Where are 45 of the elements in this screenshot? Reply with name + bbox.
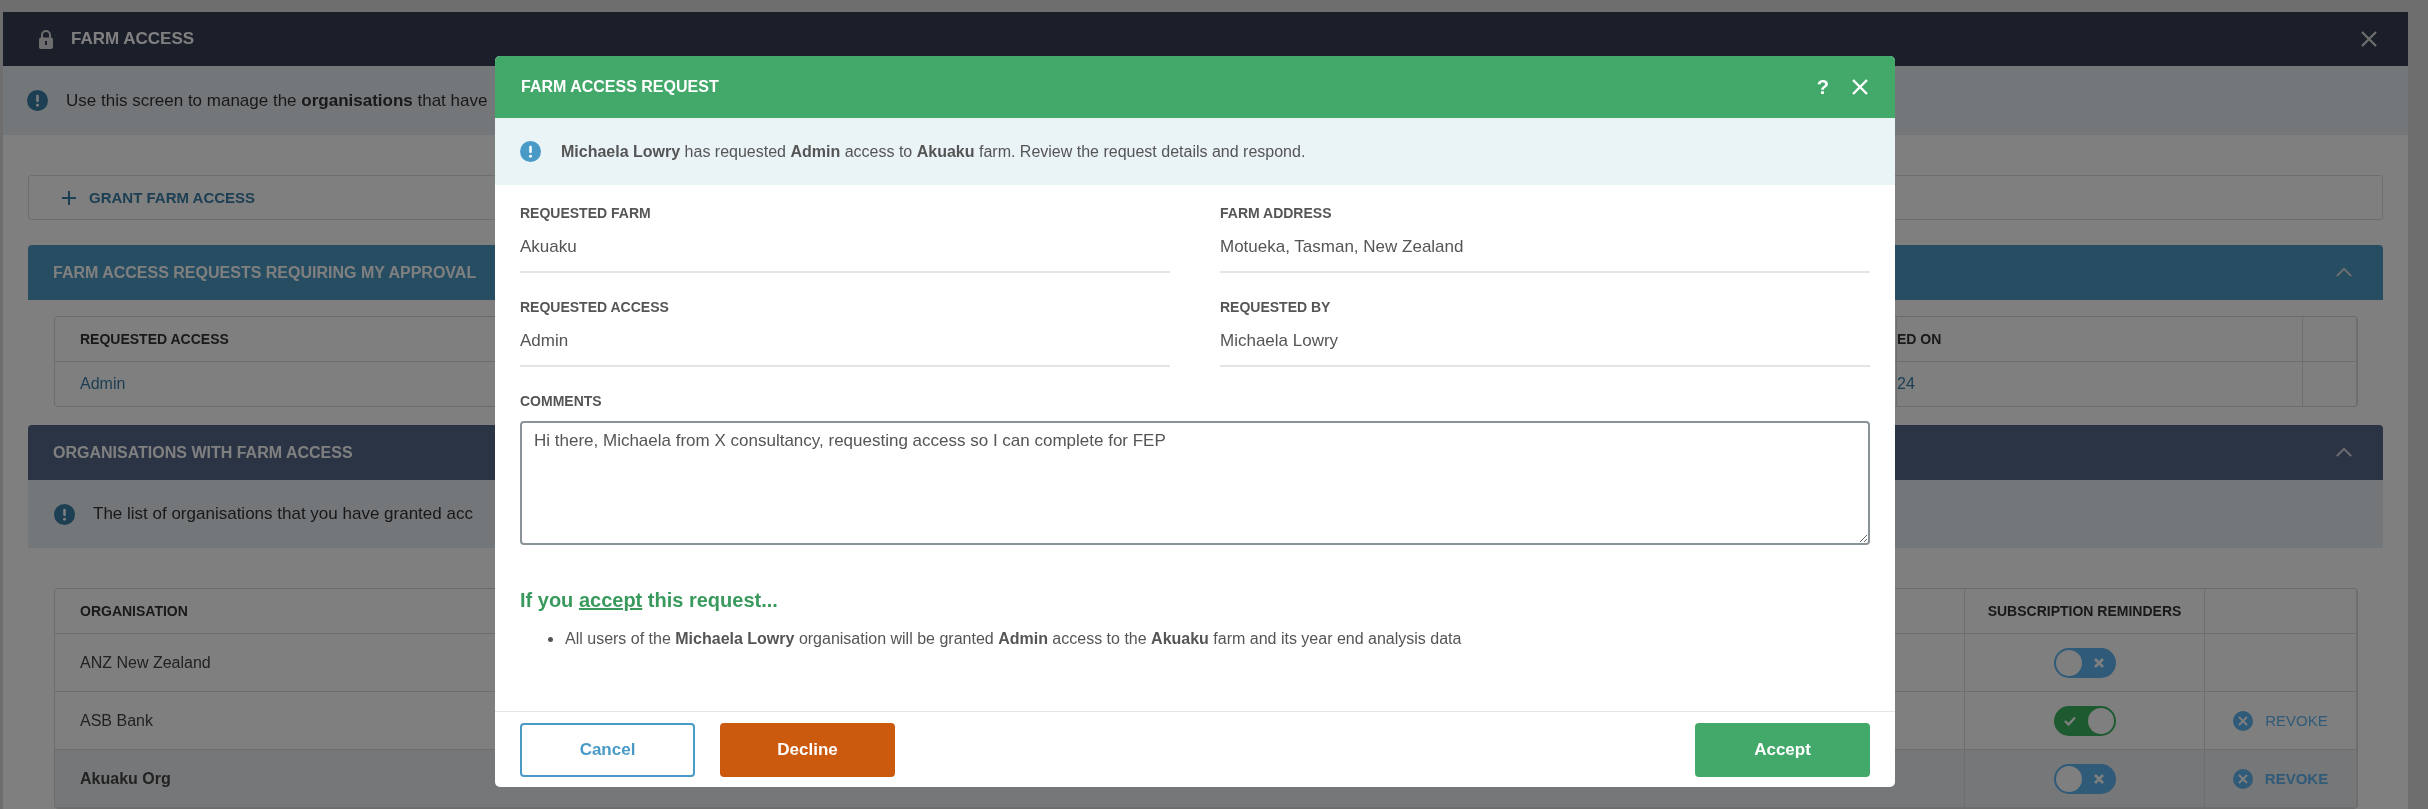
revoke-button[interactable]: REVOKE [2232,768,2329,789]
consequence-heading: If you accept this request... [520,589,779,612]
dialog-title: FARM ACCESS REQUEST [521,78,719,96]
info-icon [520,141,541,162]
reminder-toggle[interactable] [2053,763,2116,794]
info-icon [54,503,75,525]
check-icon [2063,714,2076,727]
table-cell[interactable]: 24 [1897,362,2303,406]
info-text: The list of organisations that you have granted acc [93,504,473,524]
window-title: FARM ACCESS [71,29,195,49]
info-text: Use this screen to manage the organisations that have [66,90,488,111]
dialog-button[interactable]: Decline [720,722,895,777]
field-label: REQUESTED ACCESS [520,299,670,315]
comments-field[interactable]: Hi there, Michaela from X consultancy, requesting access so I can complete for FEP [520,421,1870,545]
panel-title: ORGANISATIONS WITH FARM ACCESS [53,443,353,462]
column-header: SUBSCRIPTION REMINDERS [1965,589,2205,634]
accept-link[interactable]: accept [578,589,643,611]
close-icon[interactable] [2360,30,2378,48]
close-icon [2232,768,2253,789]
column-header: ED ON [1897,317,2303,362]
cross-icon [2092,772,2105,785]
info-icon [27,90,48,111]
field-label: REQUESTED FARM [520,205,652,221]
field-label: COMMENTS [520,393,603,409]
lock-icon [39,29,53,49]
chevron-up-icon[interactable] [2335,267,2353,278]
revoke-button[interactable]: REVOKE [2233,710,2328,731]
field-value: Admin [520,331,1170,367]
dialog-button[interactable]: Accept [1695,722,1870,777]
dialog-button[interactable]: Cancel [520,722,695,777]
bullet-icon [548,636,553,642]
cross-icon [2092,656,2105,669]
field-value: Motueka, Tasman, New Zealand [1220,237,1870,273]
field-label: REQUESTED BY [1220,299,1332,315]
field-label: FARM ADDRESS [1220,205,1333,221]
field-value: Michaela Lowry [1220,331,1870,367]
request-message: Michaela Lowry has requested Admin access to Akuaku farm. Review the request details and respond. [561,142,1306,161]
chevron-up-icon[interactable] [2335,447,2353,458]
reminder-toggle[interactable] [2053,647,2116,678]
reminder-toggle[interactable] [2053,705,2116,736]
close-icon [2233,710,2254,731]
plus-icon [61,189,77,206]
help-button[interactable]: ? [1812,75,1833,99]
panel-title: FARM ACCESS REQUESTS REQUIRING MY APPROVAL [53,263,477,282]
field-value: Akuaku [520,237,1170,273]
